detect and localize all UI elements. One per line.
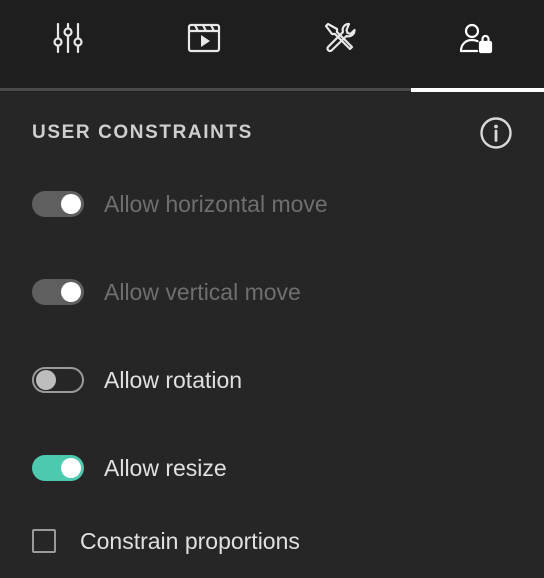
- constraint-row-horizontal-move: Allow horizontal move: [32, 189, 328, 219]
- active-tab-indicator: [411, 88, 544, 92]
- toggle-knob: [61, 458, 81, 478]
- toggle-knob: [61, 282, 81, 302]
- resize-label: Allow resize: [104, 455, 227, 481]
- tools-icon: [324, 22, 356, 53]
- constrain-proportions-label: Constrain proportions: [80, 528, 300, 554]
- video-icon: [187, 23, 221, 53]
- constraint-row-resize: Allow resize: [32, 453, 227, 483]
- constraint-row-rotation: Allow rotation: [32, 365, 242, 395]
- resize-toggle[interactable]: [32, 455, 84, 481]
- tab-adjustments[interactable]: [0, 0, 136, 92]
- vertical-move-label: Allow vertical move: [104, 279, 301, 305]
- rotation-label: Allow rotation: [104, 367, 243, 393]
- tab-tools[interactable]: [272, 0, 408, 92]
- toggle-knob: [36, 370, 56, 390]
- constrain-proportions-row: Constrain proportions: [32, 526, 300, 556]
- tab-bar: [0, 0, 544, 92]
- user-lock-icon: [459, 23, 493, 54]
- tab-media[interactable]: [136, 0, 272, 92]
- constrain-proportions-checkbox[interactable]: [32, 529, 56, 553]
- horizontal-move-label: Allow horizontal move: [104, 191, 328, 217]
- sliders-icon: [53, 22, 83, 54]
- section-title: USER CONSTRAINTS: [32, 122, 253, 143]
- constraint-row-vertical-move: Allow vertical move: [32, 277, 301, 307]
- tab-user-constraints[interactable]: [408, 0, 544, 92]
- info-icon[interactable]: [479, 116, 513, 150]
- rotation-toggle[interactable]: [32, 367, 84, 393]
- horizontal-move-toggle[interactable]: [32, 191, 84, 217]
- vertical-move-toggle[interactable]: [32, 279, 84, 305]
- toggle-knob: [61, 194, 81, 214]
